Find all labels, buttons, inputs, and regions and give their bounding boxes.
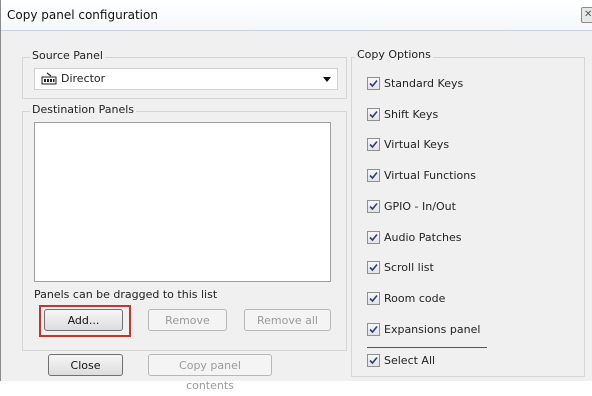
source-panel-label: Source Panel <box>30 49 105 62</box>
destination-panels-list[interactable] <box>34 122 331 282</box>
copy-option-label: GPIO - In/Out <box>384 200 456 213</box>
panel-icon <box>41 72 57 85</box>
select-all-label: Select All <box>384 354 436 367</box>
close-button[interactable]: Close <box>48 354 123 376</box>
source-panel-value: Director <box>61 72 106 85</box>
check-icon <box>369 294 378 303</box>
check-icon <box>369 263 378 272</box>
check-icon <box>369 110 378 119</box>
check-icon <box>369 171 378 180</box>
remove-all-button[interactable]: Remove all <box>244 309 331 331</box>
window-title: Copy panel configuration <box>7 8 158 22</box>
copy-option-label: Scroll list <box>384 261 434 274</box>
close-window-icon[interactable]: ✕ <box>581 7 592 23</box>
add-button[interactable]: Add... <box>44 309 123 331</box>
copy-option-checkbox[interactable] <box>367 323 380 336</box>
copy-option-label: Room code <box>384 292 446 305</box>
check-icon <box>369 325 378 334</box>
copy-option-label: Shift Keys <box>384 108 439 121</box>
copy-option-checkbox[interactable] <box>367 108 380 121</box>
destination-panels-label: Destination Panels <box>30 103 137 116</box>
check-icon <box>369 140 378 149</box>
check-icon <box>369 233 378 242</box>
copy-options-label: Copy Options <box>355 48 433 61</box>
chevron-down-icon <box>323 77 331 82</box>
select-all-divider <box>367 347 487 348</box>
check-icon <box>369 79 378 88</box>
copy-option-label: Audio Patches <box>384 231 462 244</box>
check-icon <box>369 356 378 365</box>
source-panel-select[interactable]: Director <box>34 68 338 90</box>
copy-option-checkbox[interactable] <box>367 200 380 213</box>
copy-option-checkbox[interactable] <box>367 77 380 90</box>
copy-option-checkbox[interactable] <box>367 138 380 151</box>
copy-option-checkbox[interactable] <box>367 169 380 182</box>
drag-hint: Panels can be dragged to this list <box>34 288 218 301</box>
remove-button[interactable]: Remove <box>148 309 227 331</box>
title-bar: Copy panel configuration ✕ <box>1 0 592 31</box>
copy-option-label: Virtual Functions <box>384 169 476 182</box>
copy-panel-dialog: Copy panel configuration ✕ Source Panel … <box>0 0 592 392</box>
check-icon <box>369 202 378 211</box>
copy-option-label: Standard Keys <box>384 77 464 90</box>
copy-option-checkbox[interactable] <box>367 231 380 244</box>
select-all-checkbox[interactable] <box>367 354 380 367</box>
copy-option-label: Virtual Keys <box>384 138 450 151</box>
copy-panel-contents-button[interactable]: Copy panel contents <box>148 354 272 392</box>
copy-option-label: Expansions panel <box>384 323 481 336</box>
copy-option-checkbox[interactable] <box>367 261 380 274</box>
copy-option-checkbox[interactable] <box>367 292 380 305</box>
